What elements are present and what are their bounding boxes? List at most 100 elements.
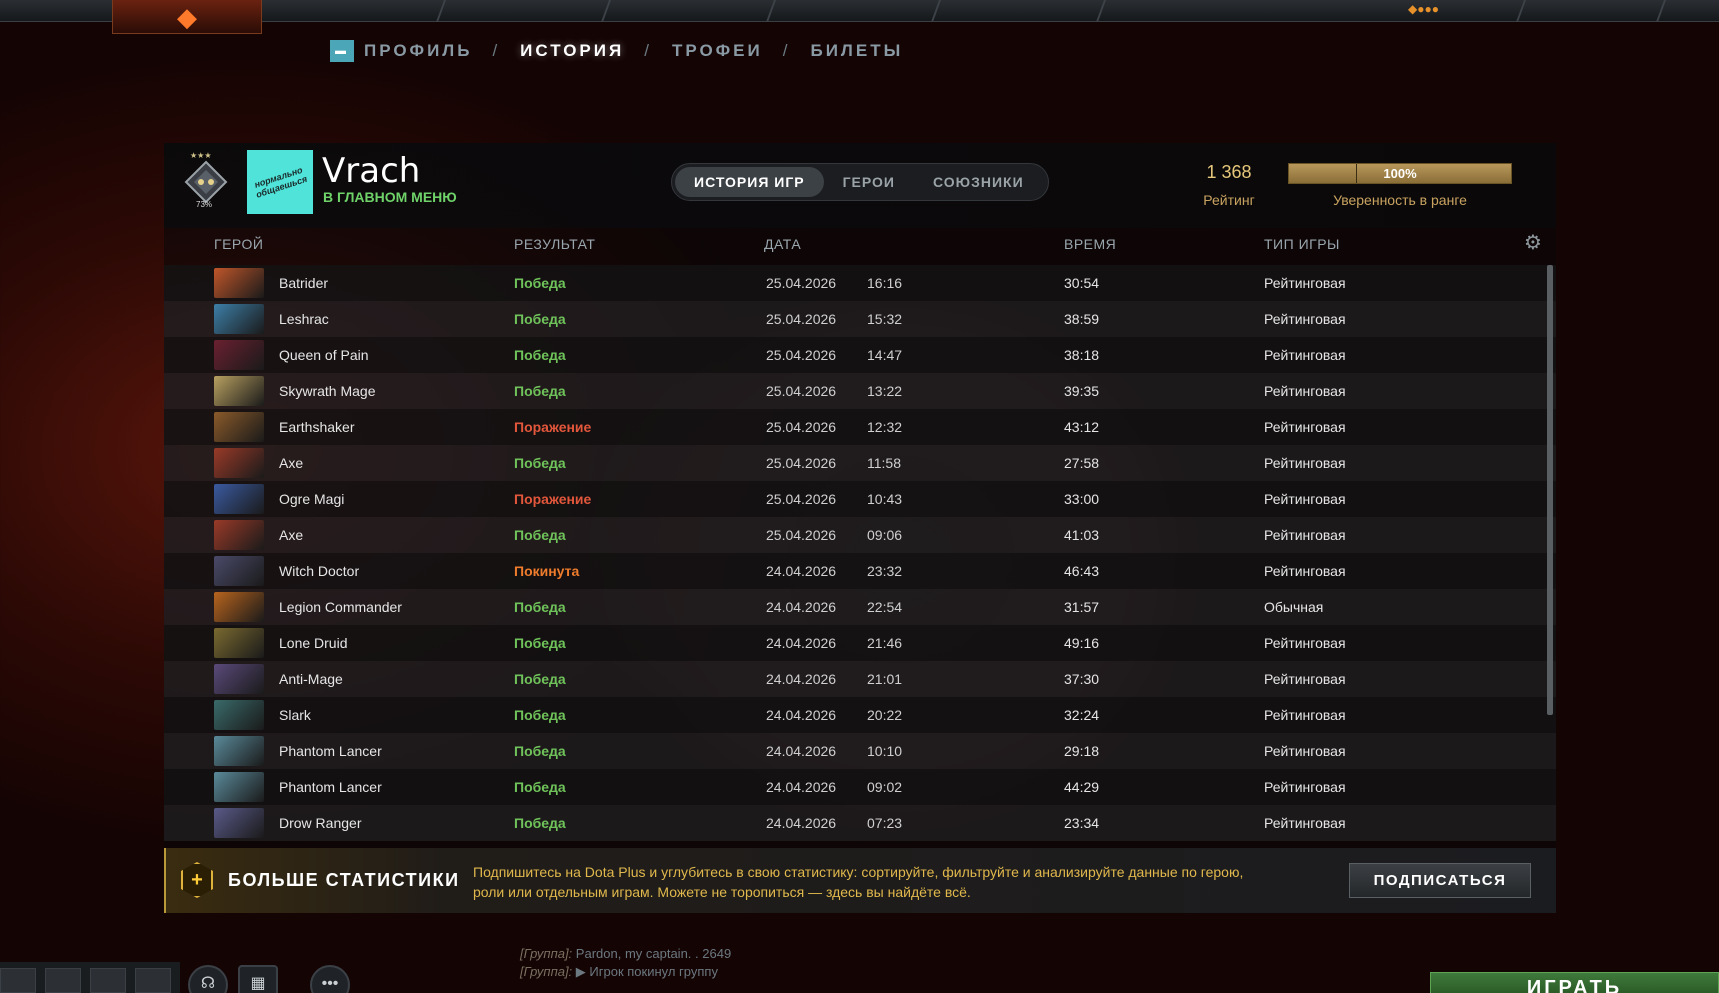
- rank-badge-icon[interactable]: ▦: [238, 965, 278, 993]
- hero-name: Ogre Magi: [279, 491, 345, 507]
- hero-name: Skywrath Mage: [279, 383, 376, 399]
- game-type: Рейтинговая: [1264, 635, 1346, 651]
- scrollbar[interactable]: [1547, 265, 1553, 715]
- match-date: 25.04.2026: [766, 455, 837, 471]
- hero-portrait: [214, 412, 264, 442]
- match-date: 25.04.2026: [766, 275, 837, 291]
- col-hero[interactable]: ГЕРОЙ: [214, 236, 263, 252]
- match-date: 24.04.2026: [766, 563, 837, 579]
- headset-icon[interactable]: ☊: [188, 965, 228, 993]
- match-duration: 33:00: [1064, 491, 1100, 507]
- chat-menu-icon[interactable]: •••: [310, 965, 350, 993]
- nav-separator: [930, 0, 942, 22]
- subnav-tickets[interactable]: БИЛЕТЫ: [810, 41, 903, 61]
- match-result: Победа: [514, 311, 566, 327]
- hero-portrait: [214, 520, 264, 550]
- hero-name: Phantom Lancer: [279, 743, 382, 759]
- hero-portrait: [214, 484, 264, 514]
- avatar[interactable]: нормально общаешься: [247, 150, 313, 214]
- subnav-separator: /: [492, 41, 501, 60]
- subnav-trophies[interactable]: ТРОФЕИ: [672, 41, 763, 61]
- match-duration: 38:18: [1064, 347, 1100, 363]
- tab-heroes[interactable]: ГЕРОИ: [824, 167, 914, 197]
- match-time: 14:47: [867, 347, 903, 363]
- col-date[interactable]: ДАТА: [764, 236, 801, 252]
- table-row[interactable]: Witch Doctor Покинута 24.04.2026 23:32 46:43…: [164, 553, 1556, 589]
- match-time: 07:23: [867, 815, 903, 831]
- hero-portrait: [214, 376, 264, 406]
- match-time: 13:22: [867, 383, 903, 399]
- match-result: Победа: [514, 599, 566, 615]
- match-result: Победа: [514, 743, 566, 759]
- subscribe-button[interactable]: ПОДПИСАТЬСЯ: [1349, 863, 1531, 898]
- svg-text:★★★: ★★★: [190, 151, 212, 160]
- game-type: Обычная: [1264, 599, 1324, 615]
- hero-name: Legion Commander: [279, 599, 402, 615]
- dota-plus-description: Подпишитесь на Dota Plus и углубитесь в …: [473, 864, 1244, 900]
- game-type: Рейтинговая: [1264, 347, 1346, 363]
- nav-separator: [1095, 0, 1107, 22]
- profile-subnav: ▬ ПРОФИЛЬ / ИСТОРИЯ / ТРОФЕИ / БИЛЕТЫ: [330, 38, 903, 64]
- hero-portrait: [214, 268, 264, 298]
- hero-portrait: [214, 340, 264, 370]
- hero-portrait: [214, 808, 264, 838]
- dota-logo-button[interactable]: ◆: [112, 0, 262, 34]
- tab-allies[interactable]: СОЮЗНИКИ: [914, 167, 1043, 197]
- play-button[interactable]: ИГРАТЬ: [1430, 972, 1719, 993]
- match-date: 24.04.2026: [766, 779, 837, 795]
- rank-percent: 73%: [196, 200, 213, 209]
- table-row[interactable]: Ogre Magi Поражение 25.04.2026 10:43 33:00 Ре…: [164, 481, 1556, 517]
- table-row[interactable]: Batrider Победа 25.04.2026 16:16 30:54 Рейтин…: [164, 265, 1556, 301]
- match-result: Победа: [514, 455, 566, 471]
- party-slot[interactable]: [135, 968, 171, 993]
- col-duration[interactable]: ВРЕМЯ: [1064, 236, 1116, 252]
- game-type: Рейтинговая: [1264, 815, 1346, 831]
- table-row[interactable]: Slark Победа 24.04.2026 20:22 32:24 Рейтингов…: [164, 697, 1556, 733]
- match-result: Победа: [514, 275, 566, 291]
- game-type: Рейтинговая: [1264, 743, 1346, 759]
- match-date: 25.04.2026: [766, 419, 837, 435]
- table-row[interactable]: Lone Druid Победа 24.04.2026 21:46 49:16 Рейт…: [164, 625, 1556, 661]
- match-result: Поражение: [514, 419, 592, 435]
- table-row[interactable]: Axe Победа 25.04.2026 11:58 27:58 Рейтинговая: [164, 445, 1556, 481]
- match-result: Победа: [514, 671, 566, 687]
- col-game-type[interactable]: ТИП ИГРЫ: [1264, 236, 1340, 252]
- table-row[interactable]: Legion Commander Победа 24.04.2026 22:54 31:…: [164, 589, 1556, 625]
- match-result: Победа: [514, 779, 566, 795]
- game-type: Рейтинговая: [1264, 311, 1346, 327]
- chat-line: [Группа]: ▶ Игрок покинул группу: [520, 963, 731, 981]
- subnav-history[interactable]: ИСТОРИЯ: [520, 41, 624, 61]
- match-date: 25.04.2026: [766, 347, 837, 363]
- gear-icon[interactable]: ⚙: [1522, 232, 1544, 254]
- table-row[interactable]: Axe Победа 25.04.2026 09:06 41:03 Рейтинговая: [164, 517, 1556, 553]
- country-flag-icon: ▬: [330, 40, 354, 62]
- table-row[interactable]: Drow Ranger Победа 24.04.2026 07:23 23:34 Рей…: [164, 805, 1556, 841]
- player-name: Vrach: [322, 151, 421, 191]
- dota-logo-icon: ◆: [177, 1, 197, 32]
- party-slot[interactable]: [45, 968, 81, 993]
- party-slot[interactable]: [0, 968, 36, 993]
- col-result[interactable]: РЕЗУЛЬТАТ: [514, 236, 595, 252]
- game-type: Рейтинговая: [1264, 491, 1346, 507]
- hero-name: Drow Ranger: [279, 815, 362, 831]
- hero-portrait: [214, 700, 264, 730]
- tab-match-history[interactable]: ИСТОРИЯ ИГР: [675, 167, 824, 197]
- match-date: 24.04.2026: [766, 707, 837, 723]
- dota-plus-icon[interactable]: ◆●●●: [1408, 2, 1439, 16]
- table-row[interactable]: Anti-Mage Победа 24.04.2026 21:01 37:30 Рейти…: [164, 661, 1556, 697]
- subnav-profile[interactable]: ПРОФИЛЬ: [364, 41, 472, 61]
- match-duration: 31:57: [1064, 599, 1100, 615]
- match-duration: 38:59: [1064, 311, 1100, 327]
- match-date: 25.04.2026: [766, 527, 837, 543]
- hero-portrait: [214, 772, 264, 802]
- table-row[interactable]: Phantom Lancer Победа 24.04.2026 09:02 44:29…: [164, 769, 1556, 805]
- table-row[interactable]: Skywrath Mage Победа 25.04.2026 13:22 39:35 Р…: [164, 373, 1556, 409]
- party-slot[interactable]: [90, 968, 126, 993]
- avatar-text: нормально общаешься: [253, 164, 309, 200]
- match-result: Победа: [514, 707, 566, 723]
- match-date: 25.04.2026: [766, 311, 837, 327]
- table-row[interactable]: Leshrac Победа 25.04.2026 15:32 38:59 Рейтинг…: [164, 301, 1556, 337]
- table-row[interactable]: Queen of Pain Победа 25.04.2026 14:47 38:18 Р…: [164, 337, 1556, 373]
- table-row[interactable]: Earthshaker Поражение 25.04.2026 12:32 43:12…: [164, 409, 1556, 445]
- table-row[interactable]: Phantom Lancer Победа 24.04.2026 10:10 29:18…: [164, 733, 1556, 769]
